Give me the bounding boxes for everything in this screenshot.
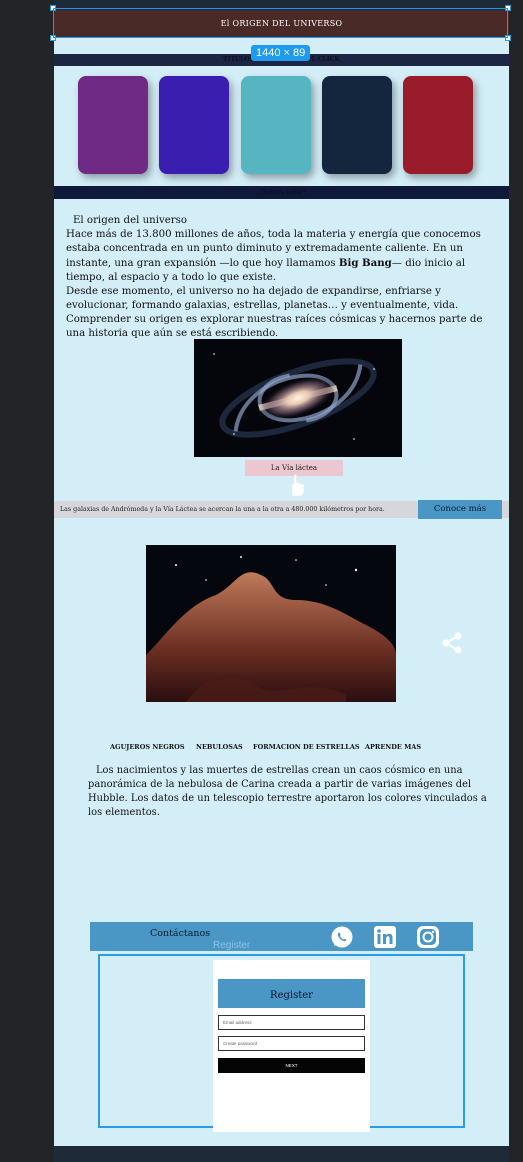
section-card-4[interactable] [322, 76, 392, 174]
faq-text: ¿Quieres saber? [256, 189, 306, 196]
contact-label: Contáctanos [150, 928, 211, 939]
linkedin-icon[interactable] [373, 925, 397, 949]
password-field[interactable]: Create password [218, 1036, 365, 1051]
section-card-3[interactable] [241, 76, 311, 174]
section-cards [54, 66, 509, 186]
instagram-icon[interactable] [416, 925, 440, 949]
learn-more-button[interactable]: Conoce más [418, 500, 502, 519]
faq-bar[interactable]: ¿Quieres saber? [54, 186, 509, 199]
milky-way-label: La Vía láctea [270, 464, 318, 472]
section-card-5[interactable] [403, 76, 473, 174]
horsehead-nebula-image [146, 545, 396, 702]
selection-box[interactable] [53, 8, 508, 38]
email-field[interactable]: Email address [218, 1015, 365, 1030]
nebula-text: Los nacimientos y las muertes de estrell… [88, 765, 487, 818]
contact-bar: Contáctanos [90, 922, 473, 951]
nebula-description: Los nacimientos y las muertes de estrell… [88, 764, 504, 820]
menu-item-star-formation[interactable]: FORMACION DE ESTRELLAS [253, 743, 360, 751]
register-ghost-label: Register [213, 940, 251, 951]
menu-item-learn-more[interactable]: APRENDE MAS [365, 743, 421, 751]
section-card-2[interactable] [159, 76, 229, 174]
pointer-hand-icon [291, 474, 305, 497]
ticker-text: Las galaxias de Andrómeda y la Vía Lácte… [60, 506, 385, 513]
intro-title: El origen del universo [73, 215, 187, 226]
topics-menu: AGUJEROS NEGROS NEBULOSAS FORMACION DE E… [54, 743, 509, 755]
register-title: Register [218, 979, 365, 1008]
intro-paragraph-2: Desde ese momento, el universo no ha dej… [66, 286, 483, 339]
editor-left-panel [0, 0, 54, 1162]
register-card: Register Email address Create password N… [213, 960, 370, 1132]
intro-paragraph-1: Hace más de 13.800 millones de años, tod… [66, 228, 498, 285]
menu-item-nebulae[interactable]: NEBULOSAS [196, 743, 243, 751]
section-card-1[interactable] [78, 76, 148, 174]
editor-right-panel [509, 0, 523, 1162]
page-footer [54, 1146, 509, 1162]
intro-section: El origen del universo Hace más de 13.80… [66, 214, 498, 341]
share-icon[interactable] [439, 630, 465, 656]
whatsapp-icon[interactable] [330, 925, 354, 949]
page-canvas: El ORIGEN DEL UNIVERSO TITULOS POR SECCI… [54, 0, 509, 1162]
galaxy-image [194, 339, 402, 457]
next-button[interactable]: NEXT [218, 1058, 365, 1073]
intro-p1-bold: Big Bang [338, 257, 392, 269]
learn-more-label: Conoce más [433, 504, 487, 514]
menu-item-black-holes[interactable]: AGUJEROS NEGROS [110, 743, 185, 751]
dimension-badge: 1440 × 89 [251, 45, 311, 61]
